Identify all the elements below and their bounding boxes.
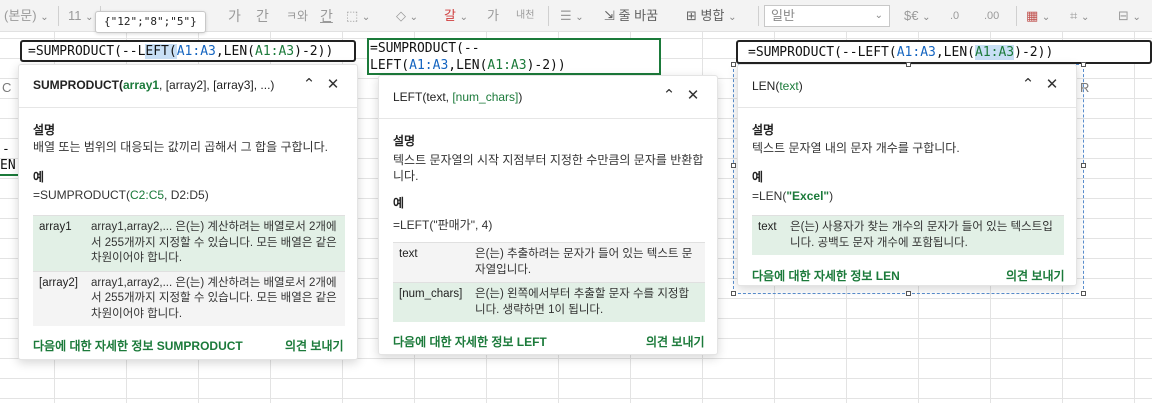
formula-cell-middle[interactable]: =SUMPRODUCT(-- LEFT(A1:A3,LEN(A1:A3)-2)) bbox=[367, 38, 661, 75]
chevron-up-icon[interactable]: ⌃ bbox=[297, 75, 321, 93]
column-header-c[interactable]: C bbox=[2, 80, 11, 95]
function-signature: SUMPRODUCT(array1, [array2], [array3], .… bbox=[33, 78, 275, 92]
decrease-decimal-icon[interactable]: .00 bbox=[984, 6, 999, 26]
example-title: 예 bbox=[393, 196, 405, 210]
increase-font-icon[interactable]: 가 bbox=[228, 6, 241, 26]
example-formula: =LEFT("판매가", 4) bbox=[393, 218, 493, 232]
argument-row: array1 array1,array2,... 은(는) 계산하려는 배열로서… bbox=[33, 215, 345, 271]
feedback-link[interactable]: 의견 보내기 bbox=[1006, 267, 1065, 284]
argument-row: [num_chars] 은(는) 왼쪽에서부터 추출할 문자 수를 지정합니다.… bbox=[393, 282, 705, 322]
formula-edit-box-left[interactable]: =SUMPRODUCT(--LEFT(A1:A3,LEN(A1:A3)-2)) bbox=[20, 40, 356, 62]
increase-decimal-icon[interactable]: .0 bbox=[950, 6, 959, 26]
argument-row: [array2] array1,array2,... 은(는) 계산하려는 배열… bbox=[33, 270, 345, 326]
resize-handle[interactable] bbox=[731, 291, 736, 296]
resize-handle[interactable] bbox=[1081, 62, 1086, 67]
feedback-link[interactable]: 의견 보내기 bbox=[285, 337, 344, 354]
decrease-font-icon[interactable]: 간 bbox=[256, 6, 269, 26]
close-icon[interactable]: ✕ bbox=[1040, 75, 1064, 93]
wrap-text-button[interactable]: ⇲ 줄 바꿈 bbox=[604, 6, 658, 26]
evaluated-value-hint: {"12";"8";"5"} bbox=[95, 11, 206, 33]
chevron-up-icon[interactable]: ⌃ bbox=[1016, 75, 1040, 93]
resize-handle[interactable] bbox=[906, 62, 911, 67]
description-title: 설명 bbox=[33, 123, 56, 137]
vertical-text-icon[interactable]: 내천 bbox=[516, 6, 534, 26]
argument-row: text 은(는) 사용자가 찾는 개수의 문자가 들어 있는 텍스트입니다. … bbox=[752, 215, 1064, 255]
chevron-up-icon[interactable]: ⌃ bbox=[657, 86, 681, 104]
example-formula: =SUMPRODUCT(C2:C5, D2:D5) bbox=[33, 188, 209, 202]
spreadsheet-stage: (본문) ⌄ 11 ⌄ 가 간 ㅋ와 간 ⬚ ⌄ ◇ ⌄ 갈 ⌄ 가 내천 ☰ … bbox=[0, 0, 1152, 403]
font-size-select[interactable]: 11 ⌄ bbox=[68, 6, 94, 28]
example-title: 예 bbox=[752, 170, 764, 184]
argument-table: text 은(는) 사용자가 찾는 개수의 문자가 들어 있는 텍스트입니다. … bbox=[752, 215, 1064, 255]
description-text: 배열 또는 범위의 대응되는 값끼리 곱해서 그 합을 구합니다. bbox=[33, 140, 328, 154]
description-title: 설명 bbox=[393, 134, 416, 148]
example-formula: =LEN("Excel") bbox=[752, 189, 834, 203]
wrap-text-icon: ⇲ bbox=[604, 8, 615, 23]
feedback-link[interactable]: 의견 보내기 bbox=[646, 333, 705, 350]
align-icon[interactable]: ☰ ⌄ bbox=[560, 6, 584, 28]
learn-more-link[interactable]: 다음에 대한 자세한 정보 SUMPRODUCT bbox=[33, 337, 243, 354]
underline-icon[interactable]: 간 bbox=[320, 6, 333, 26]
example-title: 예 bbox=[33, 170, 45, 184]
borders-icon[interactable]: ⬚ ⌄ bbox=[346, 6, 370, 28]
description-text: 텍스트 문자열 내의 문자 개수를 구합니다. bbox=[752, 141, 960, 155]
conditional-format-icon[interactable]: ▦ ⌄ bbox=[1026, 6, 1050, 28]
resize-handle[interactable] bbox=[1081, 163, 1086, 168]
argument-table: text 은(는) 추출하려는 문자가 들어 있는 텍스트 문자열입니다. [n… bbox=[393, 242, 705, 322]
function-help-card-len: LEN(text) ⌃ ✕ 설명 텍스트 문자열 내의 문자 개수를 구합니다. … bbox=[737, 64, 1077, 286]
function-signature: LEFT(text, [num_chars]) bbox=[393, 90, 523, 104]
resize-handle[interactable] bbox=[731, 163, 736, 168]
clear-format-icon[interactable]: 가 bbox=[487, 6, 499, 26]
resize-handle[interactable] bbox=[731, 62, 736, 67]
currency-format-button[interactable]: $€ ⌄ bbox=[904, 6, 930, 28]
close-icon[interactable]: ✕ bbox=[321, 75, 345, 93]
close-icon[interactable]: ✕ bbox=[681, 86, 705, 104]
cell-border-fragment bbox=[0, 174, 20, 176]
cell-fragment: - bbox=[2, 142, 10, 157]
table-format-icon[interactable]: ⌗ ⌄ bbox=[1070, 6, 1089, 28]
argument-row: text 은(는) 추출하려는 문자가 들어 있는 텍스트 문자열입니다. bbox=[393, 242, 705, 283]
number-format-select[interactable]: 일반 ⌄ bbox=[764, 5, 890, 27]
learn-more-link[interactable]: 다음에 대한 자세한 정보 LEN bbox=[752, 267, 900, 284]
description-title: 설명 bbox=[752, 123, 775, 137]
function-help-card-sumproduct: SUMPRODUCT(array1, [array2], [array3], .… bbox=[18, 64, 358, 360]
function-help-card-left: LEFT(text, [num_chars]) ⌃ ✕ 설명 텍스트 문자열의 시… bbox=[378, 75, 718, 355]
resize-handle[interactable] bbox=[1081, 291, 1086, 296]
cell-styles-icon[interactable]: ⊟ ⌄ bbox=[1118, 6, 1141, 28]
font-color-icon[interactable]: 갈 ⌄ bbox=[444, 6, 468, 28]
merge-button[interactable]: ⊞ 병합 ⌄ bbox=[686, 6, 736, 28]
fill-color-icon[interactable]: ◇ ⌄ bbox=[396, 6, 418, 28]
font-name-select[interactable]: (본문) ⌄ bbox=[4, 6, 49, 28]
description-text: 텍스트 문자열의 시작 지점부터 지정한 수만큼의 문자를 반환합니다. bbox=[393, 153, 704, 183]
argument-table: array1 array1,array2,... 은(는) 계산하려는 배열로서… bbox=[33, 215, 345, 326]
learn-more-link[interactable]: 다음에 대한 자세한 정보 LEFT bbox=[393, 333, 547, 350]
resize-handle[interactable] bbox=[906, 291, 911, 296]
merge-cells-icon: ⊞ bbox=[686, 8, 697, 23]
phonetic-icon[interactable]: ㅋ와 bbox=[286, 6, 308, 26]
formula-edit-box-right[interactable]: =SUMPRODUCT(--LEFT(A1:A3,LEN(A1:A3)-2)) bbox=[736, 40, 1152, 64]
function-signature: LEN(text) bbox=[752, 79, 803, 93]
